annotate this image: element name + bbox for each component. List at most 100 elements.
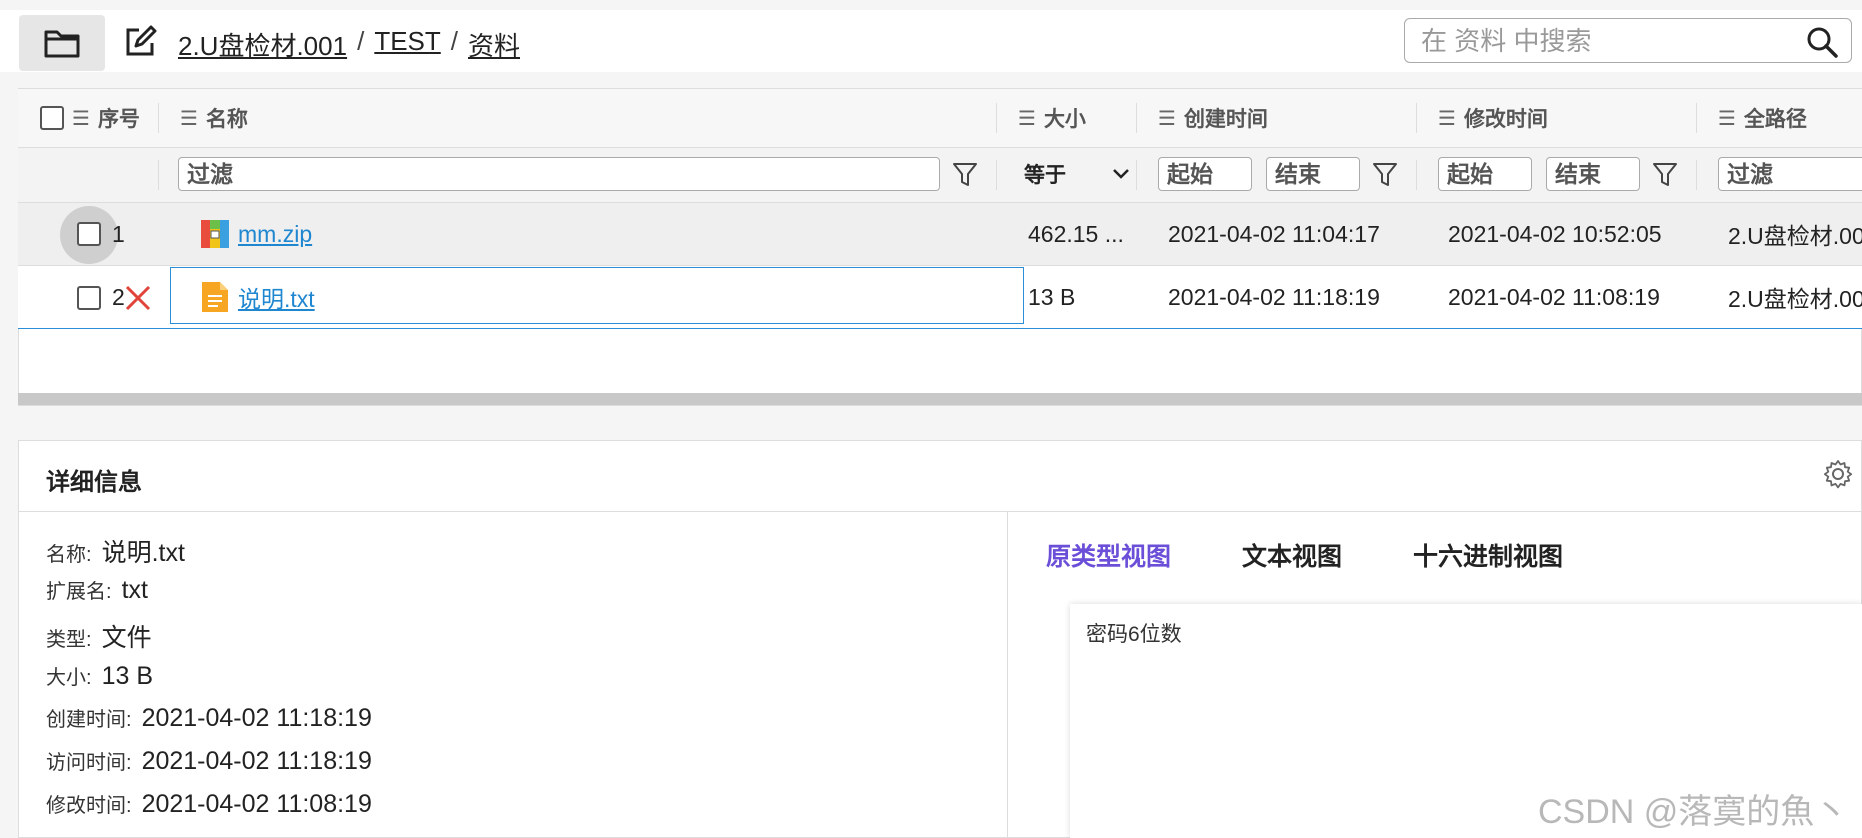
detail-field-modified: 修改时间: 2021-04-02 11:08:19: [46, 789, 372, 819]
detail-field-name: 名称: 说明.txt: [46, 533, 185, 569]
column-menu-icon: ☰: [1158, 107, 1176, 130]
modified-end-input[interactable]: 结束: [1546, 157, 1640, 191]
header-modified[interactable]: ☰ 修改时间: [1438, 89, 1548, 147]
file-link[interactable]: 说明.txt: [238, 280, 315, 314]
column-divider: [1416, 160, 1417, 190]
breadcrumb-item-drive[interactable]: 2.U盘检材.001: [178, 26, 347, 63]
row-created: 2021-04-02 11:18:19: [1168, 283, 1380, 310]
header-size-label: 大小: [1043, 108, 1086, 131]
row-path: 2.U盘检材.00: [1728, 223, 1862, 249]
detail-value: 2021-04-02 11:08:19: [141, 790, 372, 818]
column-divider: [996, 160, 997, 190]
row-index: 1: [112, 220, 125, 247]
tab-native-view[interactable]: 原类型视图: [1046, 537, 1171, 573]
detail-key: 大小:: [46, 667, 92, 689]
detail-key: 扩展名:: [46, 581, 112, 603]
folder-button[interactable]: [19, 15, 105, 71]
horizontal-scrollbar[interactable]: [18, 393, 1862, 405]
detail-field-size: 大小: 13 B: [46, 661, 153, 691]
filter-row: 过滤 等于 起始 结束 起始 结束 过滤: [18, 148, 1862, 203]
column-divider: [158, 160, 159, 190]
row-size: 13 B: [1028, 283, 1076, 310]
detail-key: 类型:: [46, 629, 92, 651]
tab-hex-view[interactable]: 十六进制视图: [1413, 537, 1563, 573]
breadcrumb-separator: /: [450, 26, 458, 56]
header-path[interactable]: ☰ 全路径: [1718, 89, 1807, 147]
header-name-label: 名称: [205, 108, 248, 131]
modified-start-input[interactable]: 起始: [1438, 157, 1532, 191]
column-divider[interactable]: [1416, 103, 1417, 133]
path-filter-input[interactable]: 过滤: [1718, 157, 1862, 191]
row-checkbox[interactable]: [77, 286, 101, 310]
column-divider: [1136, 160, 1137, 190]
column-menu-icon: ☰: [1018, 107, 1036, 130]
created-end-input[interactable]: 结束: [1266, 157, 1360, 191]
chevron-down-icon: [1113, 169, 1129, 179]
detail-key: 名称:: [46, 544, 92, 566]
details-title: 详细信息: [46, 469, 142, 496]
detail-value: 说明.txt: [101, 539, 185, 567]
edit-button[interactable]: [120, 22, 160, 62]
column-divider: [1696, 160, 1697, 190]
detail-key: 创建时间:: [46, 709, 132, 731]
row-name-cell: mm.zip: [200, 203, 312, 265]
name-filter-input[interactable]: 过滤: [178, 157, 940, 191]
details-divider: [18, 511, 1862, 512]
column-divider[interactable]: [1136, 103, 1137, 133]
row-name-cell: 说明.txt: [200, 266, 315, 328]
header-name[interactable]: ☰ 名称: [180, 89, 248, 147]
header-created-label: 创建时间: [1183, 108, 1268, 131]
filter-icon[interactable]: [1372, 161, 1398, 189]
gear-icon[interactable]: [1822, 458, 1854, 490]
detail-field-accessed: 访问时间: 2021-04-02 11:18:19: [46, 746, 372, 776]
detail-value: 13 B: [101, 662, 153, 690]
column-divider[interactable]: [996, 103, 997, 133]
breadcrumb-item-test[interactable]: TEST: [374, 26, 440, 63]
detail-key: 修改时间:: [46, 795, 132, 817]
size-operator-value: 等于: [1024, 164, 1066, 187]
zip-archive-icon: [201, 220, 229, 248]
table-row[interactable]: 2 说明.txt 13 B 2021-04-02 11:18:19 2021-0…: [18, 266, 1862, 329]
row-path: 2.U盘检材.00: [1728, 286, 1862, 312]
detail-value: 文件: [101, 624, 152, 652]
detail-key: 访问时间:: [46, 752, 132, 774]
header-path-label: 全路径: [1743, 108, 1807, 131]
column-divider[interactable]: [158, 103, 159, 133]
file-link[interactable]: mm.zip: [238, 221, 312, 248]
header-index[interactable]: ☰ 序号: [40, 89, 140, 147]
preview-content: 密码6位数: [1086, 623, 1182, 646]
detail-field-extension: 扩展名: txt: [46, 575, 148, 605]
edit-icon: [126, 25, 157, 56]
header-created[interactable]: ☰ 创建时间: [1158, 89, 1268, 147]
header-modified-label: 修改时间: [1463, 108, 1548, 131]
search-box: [1404, 18, 1852, 63]
detail-value: 2021-04-02 11:18:19: [141, 747, 372, 775]
header-size[interactable]: ☰ 大小: [1018, 89, 1086, 147]
column-menu-icon: ☰: [1438, 107, 1456, 130]
detail-field-type: 类型: 文件: [46, 618, 152, 654]
filter-icon[interactable]: [1652, 161, 1678, 189]
search-input[interactable]: [1419, 25, 1793, 57]
text-file-icon: [202, 282, 228, 312]
search-icon[interactable]: [1805, 25, 1839, 59]
row-index: 2: [112, 283, 125, 310]
details-split-divider[interactable]: [1007, 512, 1008, 838]
row-checkbox[interactable]: [77, 222, 101, 246]
deleted-mark-icon: [125, 285, 151, 311]
detail-value: txt: [121, 576, 148, 604]
detail-value: 2021-04-02 11:18:19: [141, 704, 372, 732]
size-operator-select[interactable]: 等于: [1024, 157, 1130, 191]
created-start-input[interactable]: 起始: [1158, 157, 1252, 191]
column-menu-icon: ☰: [1718, 107, 1736, 130]
column-divider[interactable]: [1696, 103, 1697, 133]
row-size: 462.15 ...: [1028, 220, 1124, 247]
column-menu-icon: ☰: [180, 107, 198, 130]
watermark: CSDN @落寞的魚丶: [1538, 793, 1849, 831]
row-created: 2021-04-02 11:04:17: [1168, 220, 1380, 247]
table-row[interactable]: 1 mm.zip 462.15 ... 2021-04-02 11:04:17 …: [18, 203, 1862, 266]
grid-header: ☰ 序号 ☰ 名称 ☰ 大小 ☰ 创建时间 ☰ 修改时间 ☰ 全路径: [18, 89, 1862, 148]
breadcrumb-item-current[interactable]: 资料: [468, 26, 520, 63]
filter-icon[interactable]: [952, 161, 978, 189]
select-all-checkbox[interactable]: [40, 106, 64, 130]
tab-text-view[interactable]: 文本视图: [1242, 537, 1342, 573]
